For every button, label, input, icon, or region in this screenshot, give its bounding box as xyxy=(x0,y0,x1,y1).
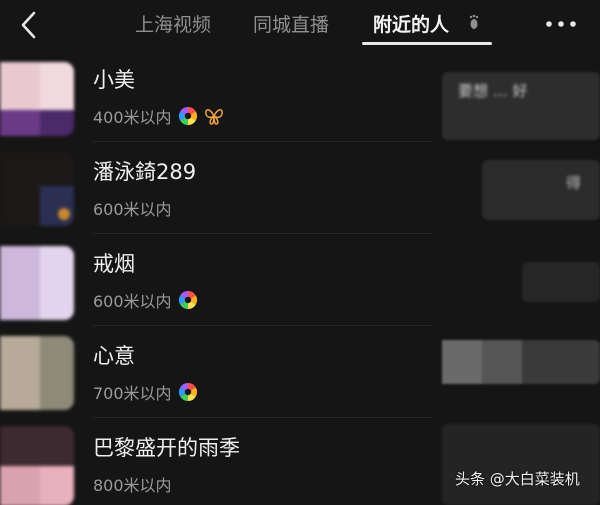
row-divider xyxy=(93,233,433,234)
user-name: 小美 xyxy=(93,68,135,92)
user-name: 心意 xyxy=(93,344,135,368)
nearby-people-list: 小美 400米以内 潘泳錡289 600米以内 戒烟 600米以内 心意 700… xyxy=(0,52,600,505)
footprint-icon xyxy=(469,14,479,29)
user-meta: 800米以内 xyxy=(93,472,172,496)
user-name: 潘泳錡289 xyxy=(93,160,197,184)
rainbow-aperture-icon xyxy=(178,291,197,309)
user-meta: 600米以内 xyxy=(93,288,198,312)
list-item[interactable]: 潘泳錡289 600米以内 xyxy=(0,144,440,234)
top-bar: 上海视频 同城直播 附近的人 xyxy=(0,0,600,52)
watermark: 头条 @大白菜装机 xyxy=(455,470,580,488)
chevron-left-icon[interactable] xyxy=(16,10,44,40)
distance-text: 400米以内 xyxy=(93,108,172,127)
rainbow-aperture-icon xyxy=(178,383,197,401)
distance-text: 600米以内 xyxy=(93,200,172,219)
row-divider xyxy=(93,141,433,142)
user-name: 巴黎盛开的雨季 xyxy=(93,436,240,460)
tab-nearby-people[interactable]: 附近的人 xyxy=(373,10,449,37)
user-meta: 700米以内 xyxy=(93,380,198,404)
user-meta: 400米以内 xyxy=(93,104,224,128)
row-divider xyxy=(93,325,433,326)
list-item[interactable]: 小美 400米以内 xyxy=(0,52,440,142)
rainbow-aperture-icon xyxy=(178,107,197,125)
butterfly-icon xyxy=(204,109,223,125)
active-tab-indicator xyxy=(362,42,492,45)
user-meta: 600米以内 xyxy=(93,196,172,220)
avatar[interactable] xyxy=(0,426,74,505)
row-divider xyxy=(93,417,433,418)
tab-city-live[interactable]: 同城直播 xyxy=(253,10,329,37)
avatar[interactable] xyxy=(0,336,74,410)
distance-text: 600米以内 xyxy=(93,292,172,311)
distance-text: 700米以内 xyxy=(93,384,172,403)
list-item[interactable]: 心意 700米以内 xyxy=(0,328,440,418)
user-name: 戒烟 xyxy=(93,252,135,276)
avatar[interactable] xyxy=(0,62,74,136)
list-item[interactable]: 巴黎盛开的雨季 800米以内 xyxy=(0,420,440,505)
list-item[interactable]: 戒烟 600米以内 xyxy=(0,236,440,326)
tab-shanghai-video[interactable]: 上海视频 xyxy=(135,10,211,37)
distance-text: 800米以内 xyxy=(93,476,172,495)
avatar[interactable] xyxy=(0,246,74,320)
more-dots-icon[interactable] xyxy=(544,18,578,30)
avatar[interactable] xyxy=(0,152,74,226)
